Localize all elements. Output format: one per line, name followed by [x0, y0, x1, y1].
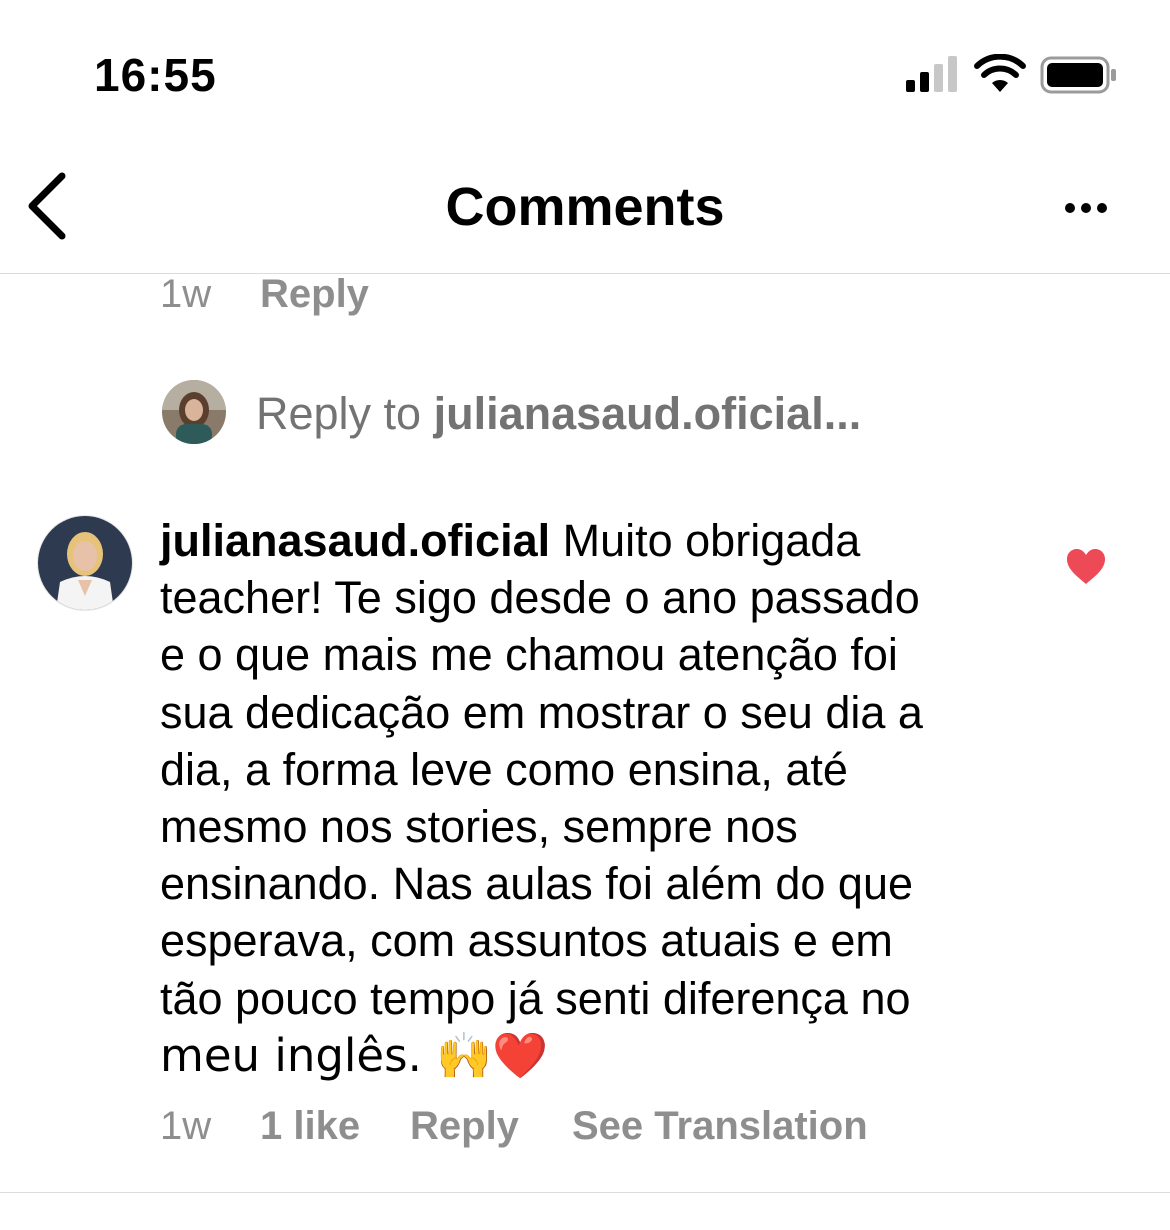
status-bar: 16:55	[0, 0, 1170, 140]
comment-line: sua dedicação em mostrar o seu dia a	[160, 686, 923, 738]
comment-time: 1w	[160, 272, 212, 316]
cellular-signal-icon	[906, 56, 957, 92]
comment-line: meu inglês. 🙌❤️	[160, 1028, 549, 1082]
reply-to-username[interactable]: julianasaud.oficial...	[434, 388, 862, 439]
wifi-icon	[974, 54, 1026, 92]
comment-line: mesmo nos stories, sempre nos	[160, 801, 798, 853]
comment-line: e o que mais me chamou atenção foi	[160, 629, 898, 681]
comment-meta: 1w 1 like Reply See Translation	[160, 1104, 1060, 1154]
comment-line: tão pouco tempo já senti diferença no	[160, 972, 911, 1024]
heart-icon[interactable]	[1066, 548, 1106, 586]
battery-icon	[1040, 56, 1116, 94]
previous-comment-meta: 1w Reply	[160, 272, 760, 322]
comment-line: esperava, com assuntos atuais e em	[160, 915, 893, 967]
reply-button[interactable]: Reply	[410, 1104, 519, 1149]
comment-time: 1w	[160, 1104, 212, 1148]
comment-text: Muito obrigada	[550, 515, 861, 566]
comment-username[interactable]: julianasaud.oficial	[160, 515, 550, 566]
avatar	[162, 380, 226, 444]
page-title: Comments	[445, 177, 725, 237]
comment-line: teacher! Te sigo desde o ano passado	[160, 572, 920, 624]
avatar[interactable]	[37, 515, 133, 611]
comment-body: julianasaud.oficial Muito obrigada teach…	[160, 512, 1000, 1084]
status-time: 16:55	[94, 49, 217, 101]
more-horizontal-icon[interactable]	[1058, 188, 1114, 228]
comment-line: dia, a forma leve como ensina, até	[160, 743, 848, 795]
reply-to-label: Reply to julianasaud.oficial...	[256, 388, 861, 440]
reply-button[interactable]: Reply	[260, 272, 369, 317]
navigation-bar: Comments	[0, 140, 1170, 274]
divider	[0, 1192, 1170, 1193]
comment-line: julianasaud.oficial Muito obrigada	[160, 512, 1000, 569]
reply-to-row[interactable]: Reply to julianasaud.oficial...	[162, 380, 1062, 446]
reply-to-prefix: Reply to	[256, 388, 434, 439]
likes-count-link[interactable]: 1 like	[260, 1104, 360, 1149]
see-translation-button[interactable]: See Translation	[572, 1104, 868, 1149]
comment-line: ensinando. Nas aulas foi além do que	[160, 858, 914, 910]
